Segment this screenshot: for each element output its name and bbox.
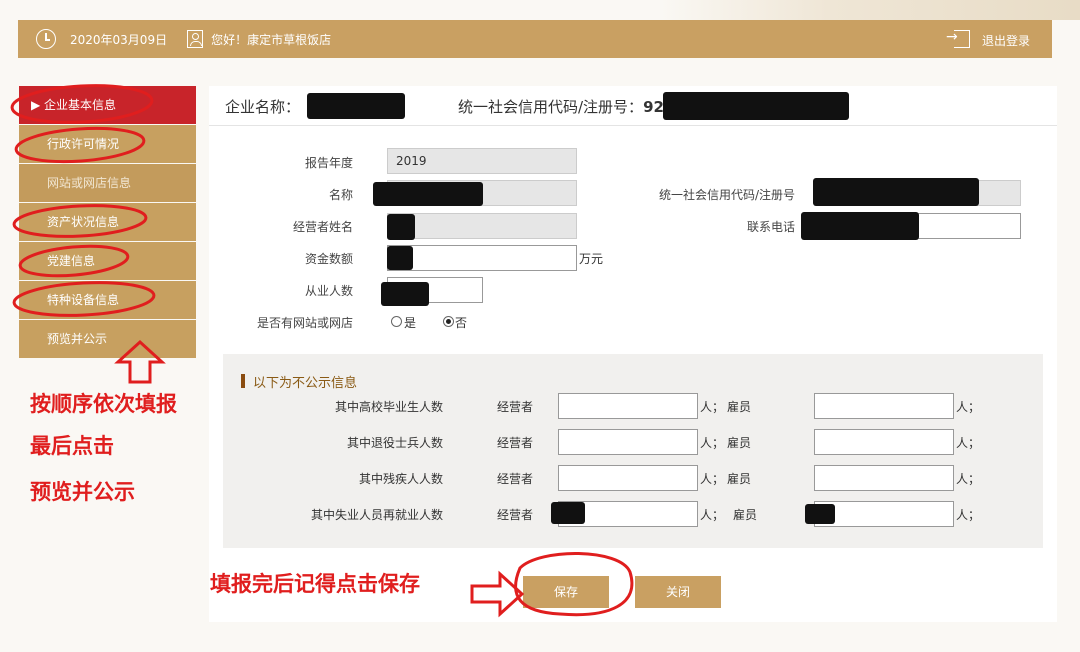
- disabled-operator-input[interactable]: [558, 465, 698, 491]
- annotation-preview-publish: 预览并公示: [30, 480, 135, 504]
- name-label: 名称: [328, 188, 353, 202]
- company-header: 企业名称： 统一社会信用代码/注册号：925: [209, 86, 1057, 126]
- redacted-employees: [381, 282, 429, 306]
- reemployed-employee-label: 雇员: [733, 508, 758, 522]
- non-public-title: 以下为不公示信息: [253, 376, 358, 391]
- sidebar-item-special-equipment[interactable]: 特种设备信息: [19, 281, 196, 319]
- sidebar: ▶ 企业基本信息 行政许可情况 网站或网店信息 资产状况信息 党建信息 特种设备…: [19, 86, 196, 359]
- capital-label: 资金数额: [304, 252, 353, 266]
- reemployed-operator-unit: 人；: [700, 508, 725, 522]
- capital-input[interactable]: [387, 245, 577, 271]
- company-name-label: 企业名称：: [225, 98, 301, 116]
- disabled-employee-input[interactable]: [814, 465, 954, 491]
- sidebar-item-party[interactable]: 党建信息: [19, 242, 196, 280]
- graduates-employee-label: 雇员: [727, 400, 752, 414]
- veterans-employee-label: 雇员: [727, 436, 752, 450]
- disabled-operator-label: 经营者: [497, 472, 534, 486]
- close-button[interactable]: 关闭: [635, 576, 721, 608]
- veterans-label: 其中退役士兵人数: [346, 436, 443, 450]
- operator-name-label: 经营者姓名: [292, 220, 353, 234]
- redacted-name: [373, 182, 483, 206]
- reemployed-employee-input[interactable]: [814, 501, 954, 527]
- operator-name-field: [387, 213, 577, 239]
- report-year-field: 2019: [387, 148, 577, 174]
- radio-yes[interactable]: [391, 316, 402, 327]
- graduates-employee-input[interactable]: [814, 393, 954, 419]
- phone-label: 联系电话: [746, 220, 795, 234]
- veterans-operator-unit: 人；: [700, 436, 725, 450]
- redacted-reemployed-operator: [551, 502, 585, 524]
- reemployed-operator-label: 经营者: [497, 508, 534, 522]
- redacted-credit-code: [663, 92, 849, 120]
- logout-icon[interactable]: [946, 29, 970, 48]
- reemployed-employee-unit: 人；: [956, 508, 981, 522]
- disabled-operator-unit: 人；: [700, 472, 725, 486]
- redacted-capital: [387, 246, 413, 270]
- clock-icon: [36, 29, 56, 49]
- disabled-employee-label: 雇员: [727, 472, 752, 486]
- reemployed-label: 其中失业人员再就业人数: [310, 508, 443, 522]
- annotation-fill-in-order: 按顺序依次填报: [30, 392, 177, 416]
- sidebar-item-assets[interactable]: 资产状况信息: [19, 203, 196, 241]
- radio-no[interactable]: [443, 316, 454, 327]
- has-website-label: 是否有网站或网店: [256, 316, 353, 330]
- non-public-section: 以下为不公示信息 其中高校毕业生人数 经营者 人； 雇员 人； 其中退役士兵人数…: [223, 354, 1043, 548]
- current-date: 2020年03月09日: [70, 32, 168, 47]
- veterans-operator-label: 经营者: [497, 436, 534, 450]
- disabled-employee-unit: 人；: [956, 472, 981, 486]
- sidebar-item-admin-license[interactable]: 行政许可情况: [19, 125, 196, 163]
- user-badge-icon: [187, 30, 204, 48]
- redacted-phone: [801, 212, 919, 240]
- radio-no-label: 否: [455, 316, 468, 330]
- main-panel: 企业名称： 统一社会信用代码/注册号：925 报告年度 2019 名称 统一社会…: [209, 86, 1057, 622]
- credit-code-label-text: 统一社会信用代码/注册号：: [458, 98, 644, 116]
- header-decoration: [660, 0, 1080, 20]
- sidebar-item-basic-info[interactable]: ▶ 企业基本信息: [19, 86, 196, 124]
- radio-yes-label: 是: [404, 316, 417, 330]
- credit-code-field-label: 统一社会信用代码/注册号: [658, 188, 795, 202]
- graduates-operator-label: 经营者: [497, 400, 534, 414]
- veterans-employee-unit: 人；: [956, 436, 981, 450]
- greeting-text: 您好！康定市草根饭店: [211, 32, 332, 47]
- graduates-operator-unit: 人；: [700, 400, 725, 414]
- veterans-employee-input[interactable]: [814, 429, 954, 455]
- section-marker: [241, 374, 245, 388]
- sidebar-item-preview-publish[interactable]: 预览并公示: [19, 320, 196, 358]
- top-bar: 2020年03月09日 您好！康定市草根饭店 退出登录: [18, 20, 1052, 58]
- capital-unit: 万元: [579, 252, 604, 266]
- redacted-credit-field: [813, 178, 979, 206]
- report-year-label: 报告年度: [304, 156, 353, 170]
- logout-link[interactable]: 退出登录: [982, 32, 1030, 49]
- sidebar-item-website[interactable]: 网站或网店信息: [19, 164, 196, 202]
- graduates-operator-input[interactable]: [558, 393, 698, 419]
- save-button[interactable]: 保存: [523, 576, 609, 608]
- redacted-company-name: [307, 93, 405, 119]
- annotation-save-hint: 填报完后记得点击保存: [210, 572, 420, 596]
- redacted-reemployed-employee: [805, 504, 835, 524]
- credit-code-label: 统一社会信用代码/注册号：925: [458, 96, 674, 117]
- graduates-label: 其中高校毕业生人数: [334, 400, 443, 414]
- veterans-operator-input[interactable]: [558, 429, 698, 455]
- disabled-label: 其中残疾人人数: [358, 472, 443, 486]
- annotation-finally-click: 最后点击: [30, 434, 114, 458]
- graduates-employee-unit: 人；: [956, 400, 981, 414]
- employees-label: 从业人数: [304, 284, 353, 298]
- redacted-operator: [387, 214, 415, 240]
